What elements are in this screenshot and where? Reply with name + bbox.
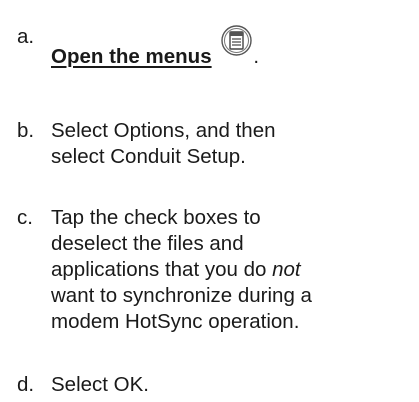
- step-a-marker: a.: [17, 25, 35, 48]
- menu-icon[interactable]: [220, 24, 253, 57]
- step-c-text-line2: deselect the files and: [51, 232, 244, 255]
- step-b-text-line2: select Conduit Setup.: [51, 145, 246, 168]
- open-menus-link[interactable]: Open the menus: [51, 45, 212, 68]
- step-c-text-line3: applications that you do: [51, 258, 273, 281]
- step-b-marker: b.: [17, 119, 35, 142]
- step-d-marker: d.: [17, 373, 35, 396]
- step-c-text-line5: modem HotSync operation.: [51, 310, 300, 333]
- step-b: b. Select Options, and then select Condu…: [17, 118, 417, 170]
- step-a: a. Open the menus .: [17, 24, 417, 70]
- step-d: d. Select OK.: [17, 372, 417, 398]
- step-c-marker: c.: [17, 206, 33, 229]
- step-a-period: .: [253, 45, 260, 68]
- step-c: c. Tap the check boxes to deselect the f…: [17, 205, 417, 335]
- step-b-text-line1: Select Options, and then: [51, 119, 276, 142]
- step-c-text-line4: want to synchronize during a: [51, 284, 312, 307]
- instruction-steps: a. Open the menus . b. Select Options, a…: [17, 0, 417, 398]
- step-d-text: Select OK.: [51, 373, 149, 396]
- step-c-text-line1: Tap the check boxes to: [51, 206, 261, 229]
- step-c-emphasis-not: not: [272, 258, 301, 281]
